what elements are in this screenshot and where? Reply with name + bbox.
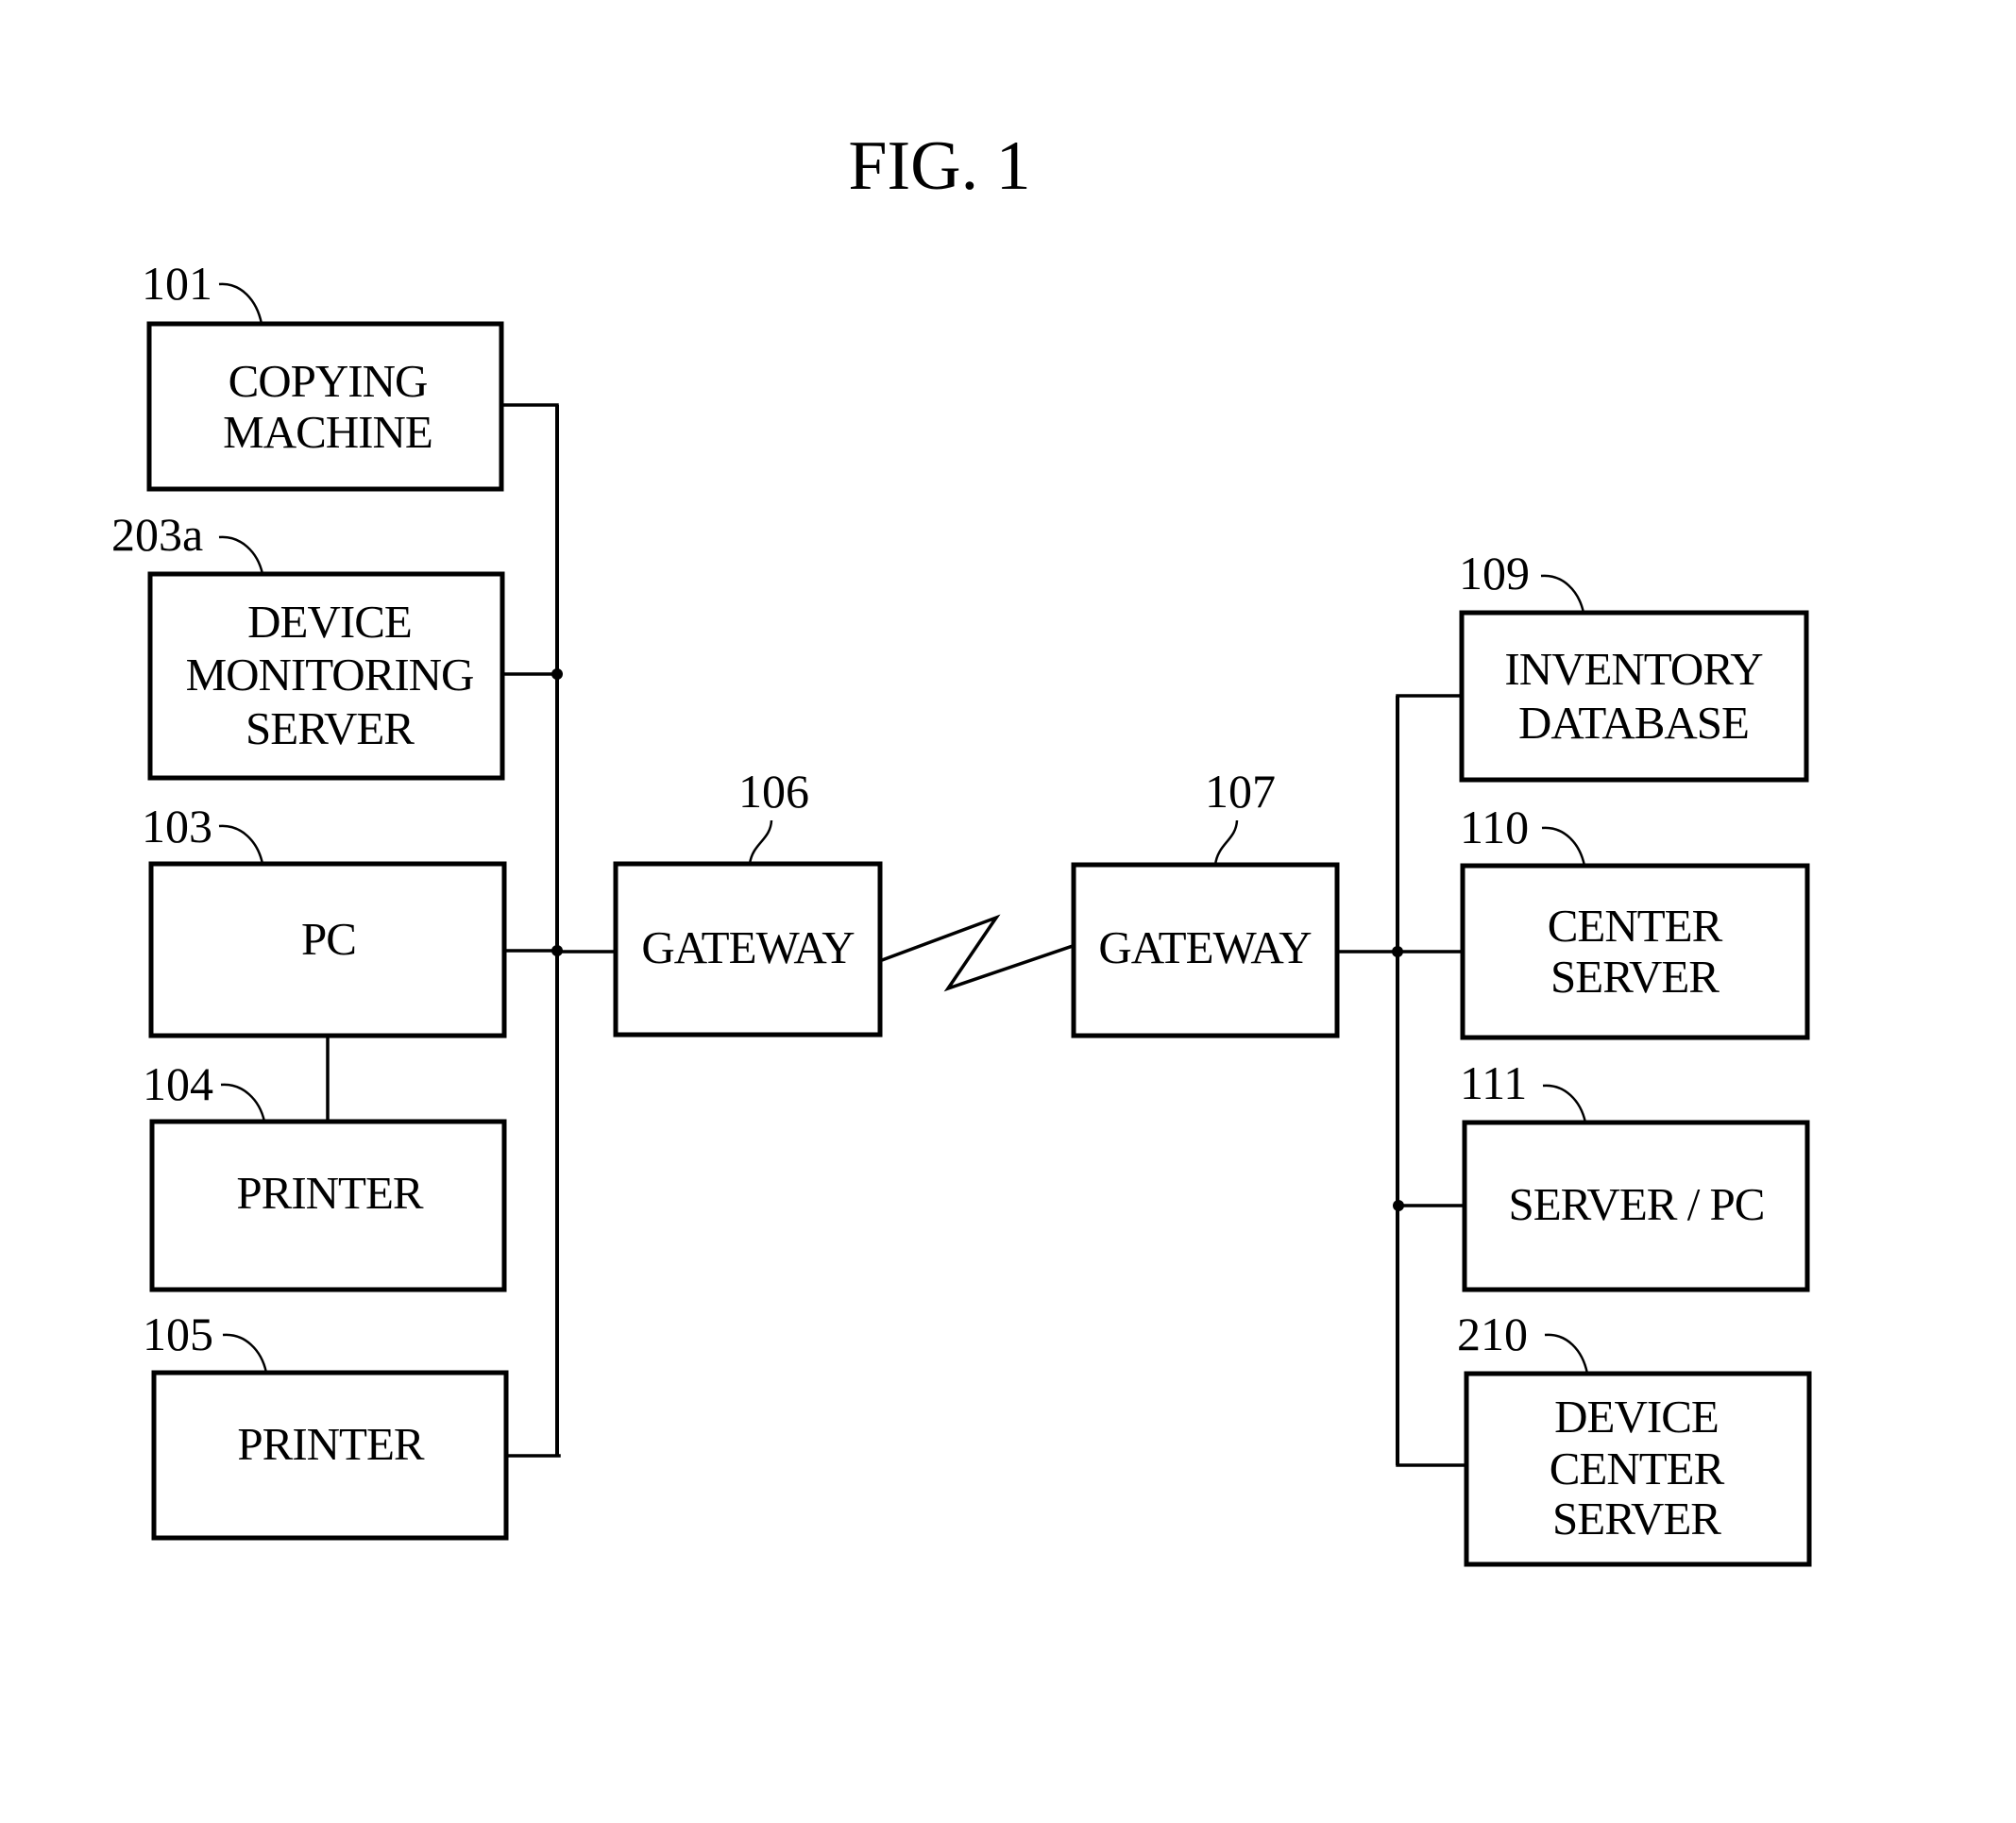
device-monitoring-server-label-line-1: DEVICE: [247, 596, 412, 648]
device-monitoring-server-label-line-3: SERVER: [246, 702, 415, 754]
server-pc-ref-number: 111: [1460, 1056, 1527, 1109]
printer-105-leader-line: [222, 1333, 268, 1374]
node-printer-104: PRINTER 104: [143, 1057, 507, 1292]
node-device-center-server: DEVICE CENTER SERVER 210: [1396, 1308, 1812, 1567]
device-monitoring-server-ref-number: 203a: [111, 508, 203, 561]
center-server-leader-line: [1541, 826, 1586, 867]
node-inventory-database: INVENTORY DATABASE 109: [1396, 547, 1809, 783]
printer-105-label: PRINTER: [237, 1418, 425, 1470]
pc-ref-number: 103: [142, 800, 212, 852]
gateway-107-label: GATEWAY: [1098, 921, 1312, 973]
printer-104-label: PRINTER: [236, 1167, 424, 1219]
printer-105-ref-number: 105: [143, 1308, 213, 1360]
copying-machine-ref-number: 101: [142, 257, 212, 310]
center-server-junction-dot: [1392, 946, 1403, 957]
device-monitoring-server-label-line-2: MONITORING: [186, 649, 474, 701]
center-server-label-line-2: SERVER: [1550, 951, 1720, 1003]
gateway-106-leader-line: [748, 819, 773, 865]
center-server-ref-number: 110: [1460, 801, 1529, 853]
inventory-database-leader-line: [1540, 574, 1585, 614]
device-monitoring-server-junction-dot: [551, 668, 563, 680]
pc-leader-line: [218, 824, 264, 865]
copying-machine-label-line-2: MACHINE: [223, 406, 432, 458]
node-server-pc: SERVER / PC 111: [1393, 1056, 1810, 1292]
gateway-107-leader-line: [1213, 819, 1239, 866]
node-printer-105: PRINTER 105: [143, 1308, 561, 1541]
printer-104-leader-line: [220, 1083, 266, 1122]
printer-104-ref-number: 104: [143, 1057, 213, 1110]
server-pc-leader-line: [1542, 1084, 1587, 1123]
node-device-monitoring-server: DEVICE MONITORING SERVER 203a: [111, 508, 563, 781]
device-center-server-label-line-2: CENTER: [1550, 1443, 1725, 1494]
figure-title: FIG. 1: [848, 127, 1030, 205]
gateway-106-ref-number: 106: [738, 765, 809, 818]
device-center-server-label-line-1: DEVICE: [1554, 1391, 1719, 1443]
node-center-server: CENTER SERVER 110: [1392, 801, 1810, 1040]
inventory-database-label-line-1: INVENTORY: [1504, 643, 1763, 695]
inventory-database-ref-number: 109: [1459, 547, 1530, 599]
wireless-link-zigzag: [879, 914, 1076, 992]
network-diagram: FIG. 1 COPYING MACHINE 101 DEVICE MONITO…: [111, 127, 1812, 1567]
inventory-database-label-line-2: DATABASE: [1518, 697, 1749, 749]
node-gateway-107: GATEWAY 107: [1071, 765, 1340, 1038]
device-monitoring-server-leader-line: [218, 535, 264, 575]
device-center-server-label-line-3: SERVER: [1552, 1493, 1721, 1544]
node-gateway-106: GATEWAY 106: [613, 765, 883, 1038]
center-server-label-line-1: CENTER: [1548, 900, 1723, 952]
server-pc-junction-dot: [1393, 1200, 1404, 1211]
copying-machine-leader-line: [218, 282, 263, 325]
gateway-107-ref-number: 107: [1205, 765, 1276, 818]
node-copying-machine: COPYING MACHINE 101: [142, 257, 559, 492]
device-center-server-leader-line: [1544, 1333, 1589, 1375]
copying-machine-label-line-1: COPYING: [229, 355, 428, 407]
pc-label: PC: [301, 913, 356, 965]
gateway-106-label: GATEWAY: [641, 921, 855, 973]
device-center-server-ref-number: 210: [1457, 1308, 1528, 1360]
server-pc-label: SERVER / PC: [1509, 1178, 1765, 1230]
